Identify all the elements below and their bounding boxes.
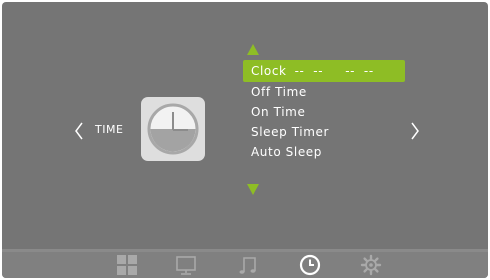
grid-icon: [117, 255, 137, 275]
clock-value: -- -- -- --: [294, 64, 374, 78]
time-menu: Clock -- -- -- -- Off Time On Time Sleep …: [243, 60, 405, 162]
menu-item-label: Sleep Timer: [251, 125, 330, 139]
chevron-right-icon: [411, 122, 419, 140]
triangle-up-icon: [247, 44, 259, 55]
monitor-icon: [176, 256, 196, 275]
next-section-arrow[interactable]: [408, 120, 422, 142]
music-note-icon: [239, 257, 256, 274]
tab-picture[interactable]: [115, 253, 139, 277]
menu-item-clock[interactable]: Clock -- -- -- --: [243, 60, 405, 82]
previous-section-arrow[interactable]: [72, 120, 86, 142]
scroll-up-arrow[interactable]: [246, 41, 260, 55]
tab-bar-divider: [2, 249, 488, 252]
section-icon-tile: [141, 97, 205, 161]
menu-item-label: On Time: [251, 105, 306, 119]
menu-item-auto-sleep[interactable]: Auto Sleep: [243, 142, 405, 162]
clock-icon: [299, 254, 321, 276]
triangle-down-icon: [247, 184, 259, 195]
tab-time[interactable]: [298, 253, 322, 277]
menu-item-label: Clock: [251, 64, 287, 78]
menu-item-sleep-timer[interactable]: Sleep Timer: [243, 122, 405, 142]
menu-item-label: Off Time: [251, 85, 307, 99]
gear-icon: [360, 254, 382, 276]
menu-item-label: Auto Sleep: [251, 145, 323, 159]
tab-sound[interactable]: [236, 253, 260, 277]
chevron-left-icon: [75, 122, 83, 140]
scroll-down-arrow[interactable]: [246, 181, 260, 195]
section-title: TIME: [95, 123, 124, 136]
menu-item-off-time[interactable]: Off Time: [243, 82, 405, 102]
category-tab-bar: [2, 249, 488, 278]
menu-item-on-time[interactable]: On Time: [243, 102, 405, 122]
tab-setup[interactable]: [359, 253, 383, 277]
tab-screen[interactable]: [174, 253, 198, 277]
clock-icon: [147, 103, 199, 155]
osd-screen: TIME Clock -- -- -- -- Off Time On Time S…: [2, 2, 488, 278]
